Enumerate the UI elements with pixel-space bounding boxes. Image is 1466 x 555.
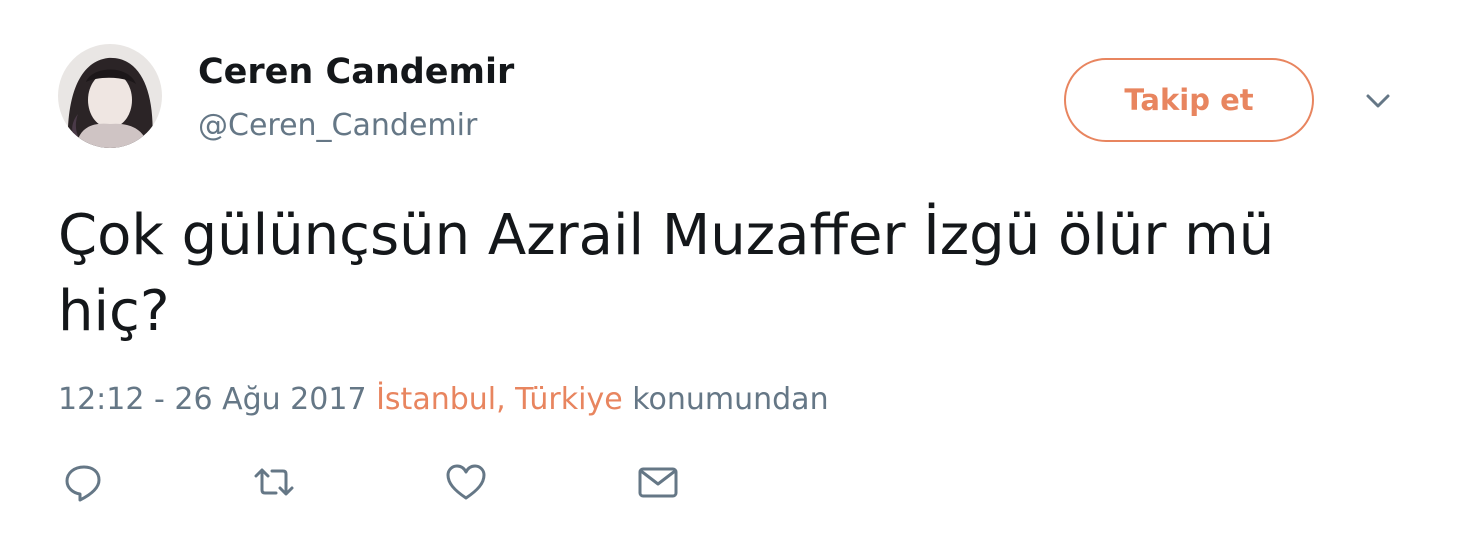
tweet-location-link[interactable]: İstanbul, Türkiye (376, 382, 623, 417)
tweet-timestamp[interactable]: 12:12 - 26 Ağu 2017 (58, 382, 367, 417)
user-handle[interactable]: @Ceren_Candemir (198, 108, 477, 143)
location-suffix: konumundan (632, 382, 829, 417)
retweet-icon[interactable] (252, 462, 296, 502)
tweet-metadata: 12:12 - 26 Ağu 2017 İstanbul, Türkiye ko… (58, 382, 829, 417)
more-options-chevron-down-icon[interactable] (1362, 90, 1394, 114)
tweet-text-line-2: hiç? (58, 279, 170, 344)
reply-icon[interactable] (62, 462, 106, 502)
display-name[interactable]: Ceren Candemir (198, 52, 514, 92)
tweet-text: Çok gülünçsün Azrail Muzaffer İzgü ölür … (58, 198, 1388, 350)
direct-message-icon[interactable] (636, 462, 680, 502)
follow-button[interactable]: Takip et (1064, 58, 1314, 142)
tweet-text-line-1: Çok gülünçsün Azrail Muzaffer İzgü ölür … (58, 203, 1275, 268)
like-icon[interactable] (444, 462, 488, 502)
avatar-image (58, 44, 162, 148)
avatar[interactable] (58, 44, 162, 148)
